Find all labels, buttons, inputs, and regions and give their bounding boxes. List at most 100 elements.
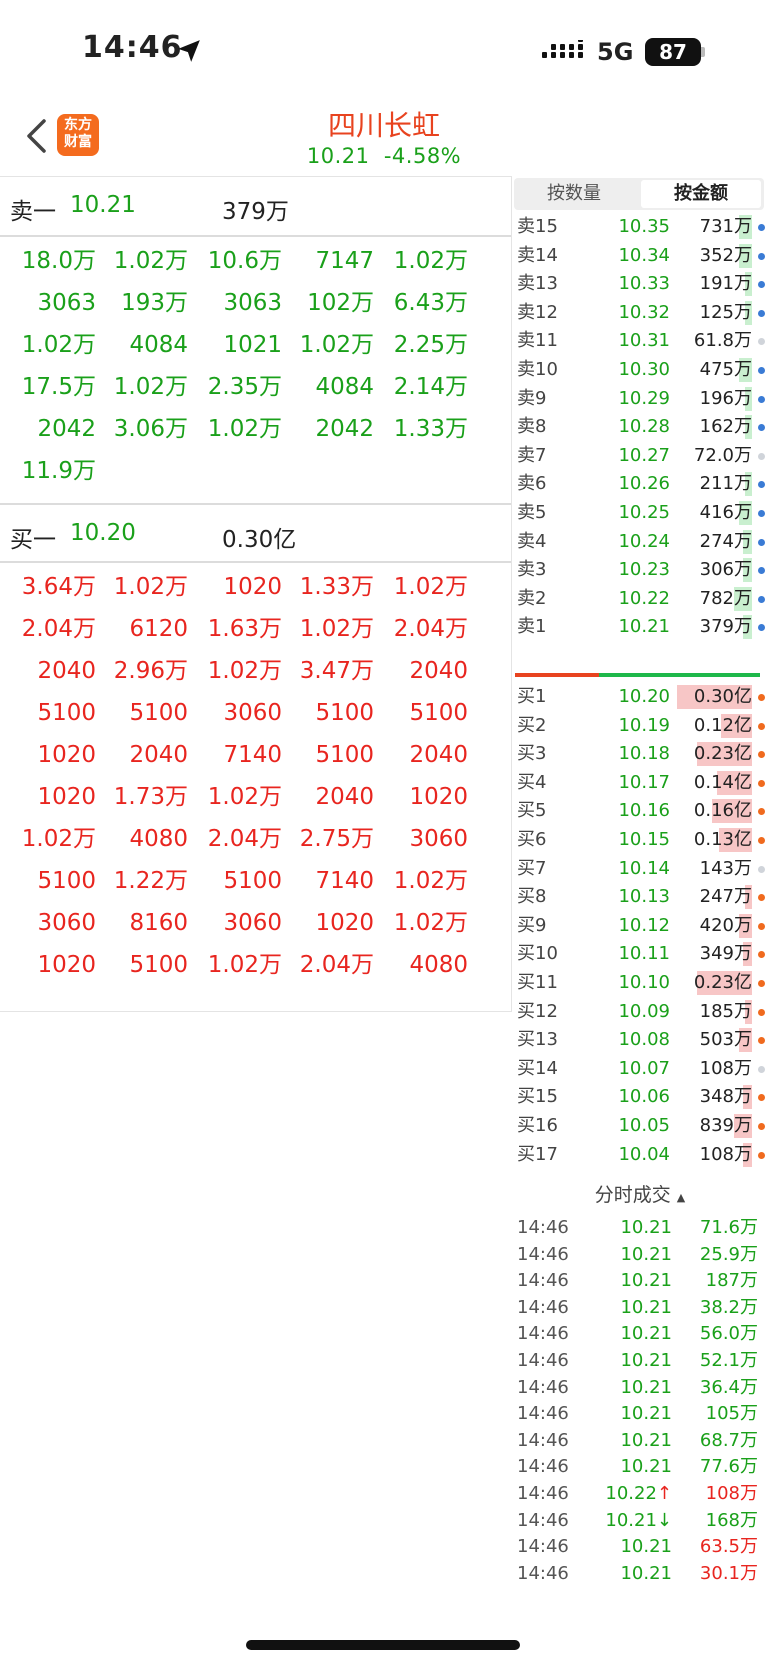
ask-level-row[interactable]: 卖1 10.21 379万 [512,612,768,642]
queue-order-cell: 2.04万 [21,616,96,642]
tick-time: 14:46 [517,1403,569,1425]
queue-order-cell: 5100 [37,700,96,726]
queue-order-cell: 2042 [315,416,374,442]
status-bar: 14:46 5G 87 [0,0,768,104]
queue-order-cell: 3060 [223,700,282,726]
logo-text-1: 东方 [64,117,92,133]
bid-level-row[interactable]: 买16 10.05 839万 [512,1111,768,1141]
bid-level-row[interactable]: 买1 10.20 0.30亿 [512,682,768,712]
tab-by-quantity[interactable]: 按数量 [514,180,634,208]
bid-level-row[interactable]: 买9 10.12 420万 [512,911,768,941]
queue-order-cell: 193万 [121,290,188,316]
queue-order-cell: 2.14万 [393,374,468,400]
bid-level-price: 10.10 [618,972,670,993]
bid-level-row[interactable]: 买12 10.09 185万 [512,997,768,1027]
ticks-title[interactable]: 分时成交 ▲ [512,1180,768,1207]
tick-time: 14:46 [517,1270,569,1292]
ask-level-row[interactable]: 卖9 10.29 196万 [512,384,768,414]
ask-level-row[interactable]: 卖7 10.27 72.0万 [512,441,768,471]
bid-level-row[interactable]: 买11 10.10 0.23亿 [512,968,768,998]
queue-order-cell: 7147 [315,248,374,274]
ask-level-amount: 191万 [699,273,752,295]
queue-order-cell: 3.47万 [299,658,374,684]
bid-level-row[interactable]: 买15 10.06 348万 [512,1082,768,1112]
level-dot-icon [758,309,765,317]
tick-price: 10.21 [602,1214,672,1242]
queue-order-cell: 1.02万 [207,416,282,442]
ask-level-price: 10.30 [618,359,670,380]
queue-order-cell: 5100 [37,868,96,894]
tick-amount: 56.0万 [699,1323,758,1345]
tick-time: 14:46 [517,1456,569,1478]
queue-order-cell: 2.25万 [393,332,468,358]
ask-level-price: 10.29 [618,387,670,409]
bid-level-row[interactable]: 买4 10.17 0.14亿 [512,768,768,798]
queue-order-cell: 4084 [315,374,374,400]
ask-level-row[interactable]: 卖5 10.25 416万 [512,498,768,528]
bid-level-row[interactable]: 买8 10.13 247万 [512,882,768,912]
bid-level-price: 10.15 [618,829,670,850]
ask-level-row[interactable]: 卖8 10.28 162万 [512,412,768,442]
ask-level-row[interactable]: 卖2 10.22 782万 [512,584,768,614]
tick-time: 14:46 [517,1296,569,1318]
bid-level-row[interactable]: 买6 10.15 0.13亿 [512,825,768,855]
bid-level-row[interactable]: 买3 10.18 0.23亿 [512,739,768,769]
bid-level-name: 买15 [517,1086,558,1108]
queue-order-cell: 1020 [37,784,96,810]
bid-level-name: 买17 [517,1143,558,1165]
buy1-header: 买一 10.20 0.30亿 [0,503,511,563]
ask-level-row[interactable]: 卖10 10.30 475万 [512,355,768,385]
tab-by-amount[interactable]: 按金额 [641,180,761,208]
queue-order-cell: 2040 [37,658,96,684]
bid-level-amount: 143万 [699,857,752,879]
ask-level-row[interactable]: 卖3 10.23 306万 [512,555,768,585]
bid-level-price: 10.06 [618,1086,670,1108]
bid-level-amount: 0.12亿 [693,714,752,736]
app-logo[interactable]: 东方 财富 [57,114,99,156]
ask-level-row[interactable]: 卖15 10.35 731万 [512,212,768,242]
bid-level-row[interactable]: 买13 10.08 503万 [512,1025,768,1055]
ask-level-price: 10.22 [618,587,670,609]
ask-level-name: 卖2 [517,587,547,609]
ask-level-row[interactable]: 卖14 10.34 352万 [512,241,768,271]
tick-price-value: 10.21 [620,1536,672,1558]
ask-level-name: 卖14 [517,244,558,266]
queue-order-cell: 3.64万 [21,574,96,600]
sell1-volume: 379万 [222,199,289,225]
queue-order-cell: 1.02万 [393,910,468,936]
level-dot-icon [758,779,765,787]
level-dot-icon [758,1094,765,1102]
tick-price: 10.21 [602,1427,672,1455]
queue-order-cell: 1.02万 [113,574,188,600]
level-dot-icon [758,837,765,844]
tick-price: 10.21 [602,1347,672,1375]
back-arrow-icon[interactable] [24,118,50,154]
tick-price-value: 10.21 [620,1217,672,1238]
bid-level-row[interactable]: 买10 10.11 349万 [512,939,768,969]
bid-level-name: 买6 [517,829,547,850]
bid-level-name: 买11 [517,972,558,993]
ask-level-price: 10.24 [618,530,670,552]
buy1-price: 10.20 [70,520,136,546]
ask-level-row[interactable]: 卖12 10.32 125万 [512,298,768,328]
tick-row: 14:46 10.21 52.1万 [512,1347,768,1375]
ask-level-row[interactable]: 卖13 10.33 191万 [512,269,768,299]
stock-name: 四川长虹 [327,109,440,142]
bid-level-row[interactable]: 买14 10.07 108万 [512,1054,768,1084]
bid-level-row[interactable]: 买17 10.04 108万 [512,1140,768,1170]
queue-order-cell: 2.04万 [299,952,374,978]
ask-level-amount: 61.8万 [693,330,752,352]
queue-order-cell: 7140 [223,742,282,768]
bid-level-row[interactable]: 买5 10.16 0.16亿 [512,796,768,826]
bid-level-name: 买2 [517,714,547,736]
ask-level-row[interactable]: 卖11 10.31 61.8万 [512,326,768,356]
bid-level-row[interactable]: 买7 10.14 143万 [512,854,768,884]
bid-level-row[interactable]: 买2 10.19 0.12亿 [512,711,768,741]
bid-level-price: 10.16 [618,800,670,822]
queue-order-cell: 1.02万 [207,658,282,684]
level-dot-icon [758,894,765,902]
ask-level-row[interactable]: 卖6 10.26 211万 [512,469,768,499]
tick-amount: 68.7万 [699,1429,758,1451]
ask-level-row[interactable]: 卖4 10.24 274万 [512,527,768,557]
queue-order-cell: 1.73万 [113,784,188,810]
